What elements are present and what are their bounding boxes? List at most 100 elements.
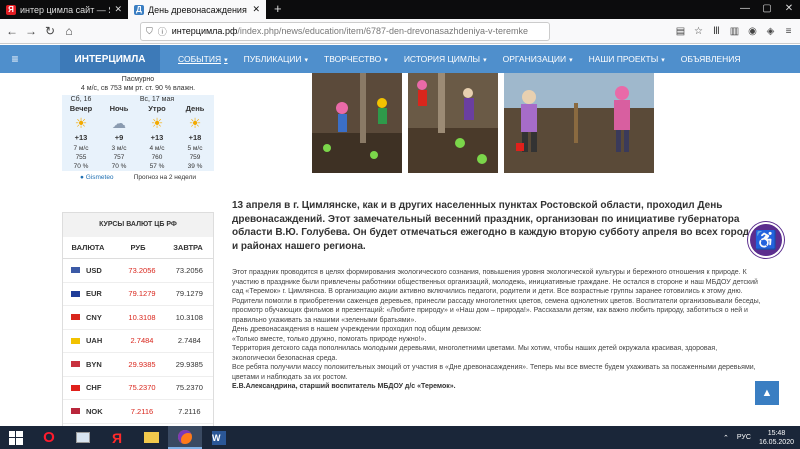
period-wind: 4 м/с <box>149 145 165 152</box>
page-info-icon[interactable]: ⓘ <box>158 25 167 38</box>
article-photos <box>312 73 660 173</box>
paragraph: Этот праздник проводится в целях формиро… <box>232 269 761 324</box>
article-signature: Е.В.Александрина, старший воспитатель МБ… <box>232 383 456 390</box>
flag-icon <box>71 337 80 344</box>
word-icon[interactable]: W <box>202 426 236 449</box>
bookmark-star-icon[interactable]: ☆ <box>691 26 706 37</box>
clock-time: 15:48 <box>767 429 786 437</box>
windows-logo-icon <box>9 430 23 445</box>
maximize-icon[interactable]: ▢ <box>756 0 778 19</box>
period-humidity: 70 % <box>111 163 127 170</box>
url-bar[interactable]: ⛉ ⓘ интерцимла.рф /index.php/news/educat… <box>140 21 550 41</box>
weather-period: День ☀ +18 5 м/с 759 39 % <box>176 95 214 171</box>
sidebar-icon[interactable]: ▥ <box>727 26 742 37</box>
currency-code: UAH <box>63 336 118 345</box>
tab-label: День древонасаждения в «Те <box>148 4 248 15</box>
currency-code: CHF <box>63 383 118 392</box>
flag-icon <box>71 267 80 274</box>
close-window-icon[interactable]: ✕ <box>778 0 800 19</box>
period-temp: +9 <box>114 133 124 142</box>
back-icon[interactable]: ← <box>4 24 20 38</box>
rate-row-eur: EUR 79.1279 79.1279 <box>63 283 213 306</box>
paragraph: Территория детского сада пополнилась мол… <box>232 345 718 362</box>
period-wind: 5 м/с <box>187 145 203 152</box>
rates-rows: USD 73.2056 73.2056 EUR 79.1279 79.1279 CNY 10.… <box>63 259 213 447</box>
weather-period: Сб, 16 Вечер ☀ +13 7 м/с 755 70 % <box>62 95 100 171</box>
window-controls: — ▢ ✕ <box>734 0 800 19</box>
menu-item-organizations[interactable]: ОРГАНИЗАЦИИ ▾ <box>495 54 581 64</box>
gismeteo-link[interactable]: ● Gismeteo <box>80 174 114 181</box>
library-icon[interactable]: Ⅲ <box>709 26 724 37</box>
opera-icon[interactable]: O <box>32 426 66 449</box>
col-tomorrow: ЗАВТРА <box>173 243 203 252</box>
reader-view-icon[interactable]: ▤ <box>673 26 688 37</box>
close-tab-icon[interactable]: ✕ <box>252 4 260 15</box>
rate-tomorrow: 10.3108 <box>175 312 203 322</box>
forecast-link[interactable]: Прогноз на 2 недели <box>134 174 196 181</box>
currency-code: NOK <box>63 407 118 416</box>
menu-item-events[interactable]: СОБЫТИЯ ▾ <box>170 54 236 64</box>
weather-forecast-grid: Сб, 16 Вечер ☀ +13 7 м/с 755 70 % Ночь ☁… <box>62 95 214 171</box>
rate-rub: 29.9385 <box>128 359 156 369</box>
currency-code: USD <box>63 266 118 275</box>
period-pressure: 755 <box>75 154 87 161</box>
tray-chevron-icon[interactable]: ⌃ <box>723 434 729 442</box>
main-menu: СОБЫТИЯ ▾ ПУБЛИКАЦИИ ▾ ТВОРЧЕСТВО ▾ ИСТОРИЯ… <box>170 54 748 64</box>
weather-footer: ● Gismeteo Прогноз на 2 недели <box>62 174 214 181</box>
file-explorer-icon[interactable] <box>134 426 168 449</box>
chevron-down-icon: ▾ <box>384 57 388 64</box>
clock-date: 16.05.2020 <box>758 438 794 446</box>
hamburger-menu-icon[interactable]: ≡ <box>0 52 30 66</box>
menu-item-publications[interactable]: ПУБЛИКАЦИИ ▾ <box>236 54 316 64</box>
site-logo[interactable]: ИНТЕРЦИМЛА <box>60 45 160 73</box>
chevron-down-icon: ▾ <box>304 57 309 64</box>
extension-icon[interactable]: ◈ <box>763 26 778 37</box>
minimize-icon[interactable]: — <box>734 0 756 19</box>
flag-icon <box>71 361 80 368</box>
close-tab-icon[interactable]: ✕ <box>114 4 122 15</box>
rate-rub: 10.3108 <box>128 312 156 322</box>
accessibility-button[interactable]: ♿ <box>748 222 784 258</box>
new-tab-button[interactable]: + <box>266 0 290 19</box>
weather-day-label: Вс, 17 мая <box>139 96 175 103</box>
photo-planting-1[interactable] <box>312 73 402 173</box>
site-header: ≡ ИНТЕРЦИМЛА СОБЫТИЯ ▾ ПУБЛИКАЦИИ ▾ ТВОРЧЕ… <box>0 45 800 73</box>
url-domain: интерцимла.рф <box>171 26 238 36</box>
paragraph: День древонасаждения в нашем учреждении … <box>232 326 482 333</box>
reload-icon[interactable]: ↻ <box>42 24 58 38</box>
firefox-icon[interactable] <box>168 426 202 449</box>
menu-item-announcements[interactable]: ОБЪЯВЛЕНИЯ <box>673 54 749 64</box>
menu-item-projects[interactable]: НАШИ ПРОЕКТЫ ▾ <box>581 54 673 64</box>
flag-icon <box>71 290 80 297</box>
photo-planting-2[interactable] <box>408 73 498 173</box>
lang-indicator[interactable]: РУС <box>737 434 751 441</box>
paragraph: Все ребята получили массу положительных … <box>232 364 756 381</box>
app-window-icon[interactable] <box>66 426 100 449</box>
menu-item-creativity[interactable]: ТВОРЧЕСТВО ▾ <box>316 54 396 64</box>
chevron-down-icon: ▾ <box>569 57 573 64</box>
arrow-up-icon: ▲ <box>761 387 773 399</box>
menu-item-history[interactable]: ИСТОРИЯ ЦИМЛЫ ▾ <box>396 54 495 64</box>
tab-article[interactable]: Д День древонасаждения в «Те ✕ <box>128 0 266 19</box>
url-path: /index.php/news/education/item/6787-den-… <box>237 26 529 36</box>
forward-icon[interactable]: → <box>23 24 39 38</box>
col-rub: РУБ <box>130 243 146 252</box>
rate-rub: 2.7484 <box>130 336 154 346</box>
home-icon[interactable]: ⌂ <box>61 24 77 38</box>
rate-row-usd: USD 73.2056 73.2056 <box>63 259 213 283</box>
photo-planting-3[interactable] <box>504 73 654 173</box>
period-name: Ночь <box>109 104 129 113</box>
tab-yandex-search[interactable]: Я интер цимла сайт — Яндекс: ✕ <box>0 0 128 19</box>
yandex-browser-icon[interactable]: Я <box>100 426 134 449</box>
scroll-to-top-button[interactable]: ▲ <box>755 381 779 405</box>
rate-tomorrow: 2.7484 <box>177 336 201 346</box>
photo-image <box>504 73 654 173</box>
shield-icon[interactable]: ⛉ <box>146 26 153 37</box>
account-icon[interactable]: ◉ <box>745 26 760 37</box>
rate-rub: 73.2056 <box>128 265 156 275</box>
site-favicon-icon: Д <box>134 4 144 15</box>
clock[interactable]: 15:48 16.05.2020 <box>759 429 794 447</box>
start-button[interactable] <box>0 426 32 449</box>
menu-icon[interactable]: ≡ <box>781 26 796 37</box>
sun-icon: ☀ <box>150 115 164 131</box>
